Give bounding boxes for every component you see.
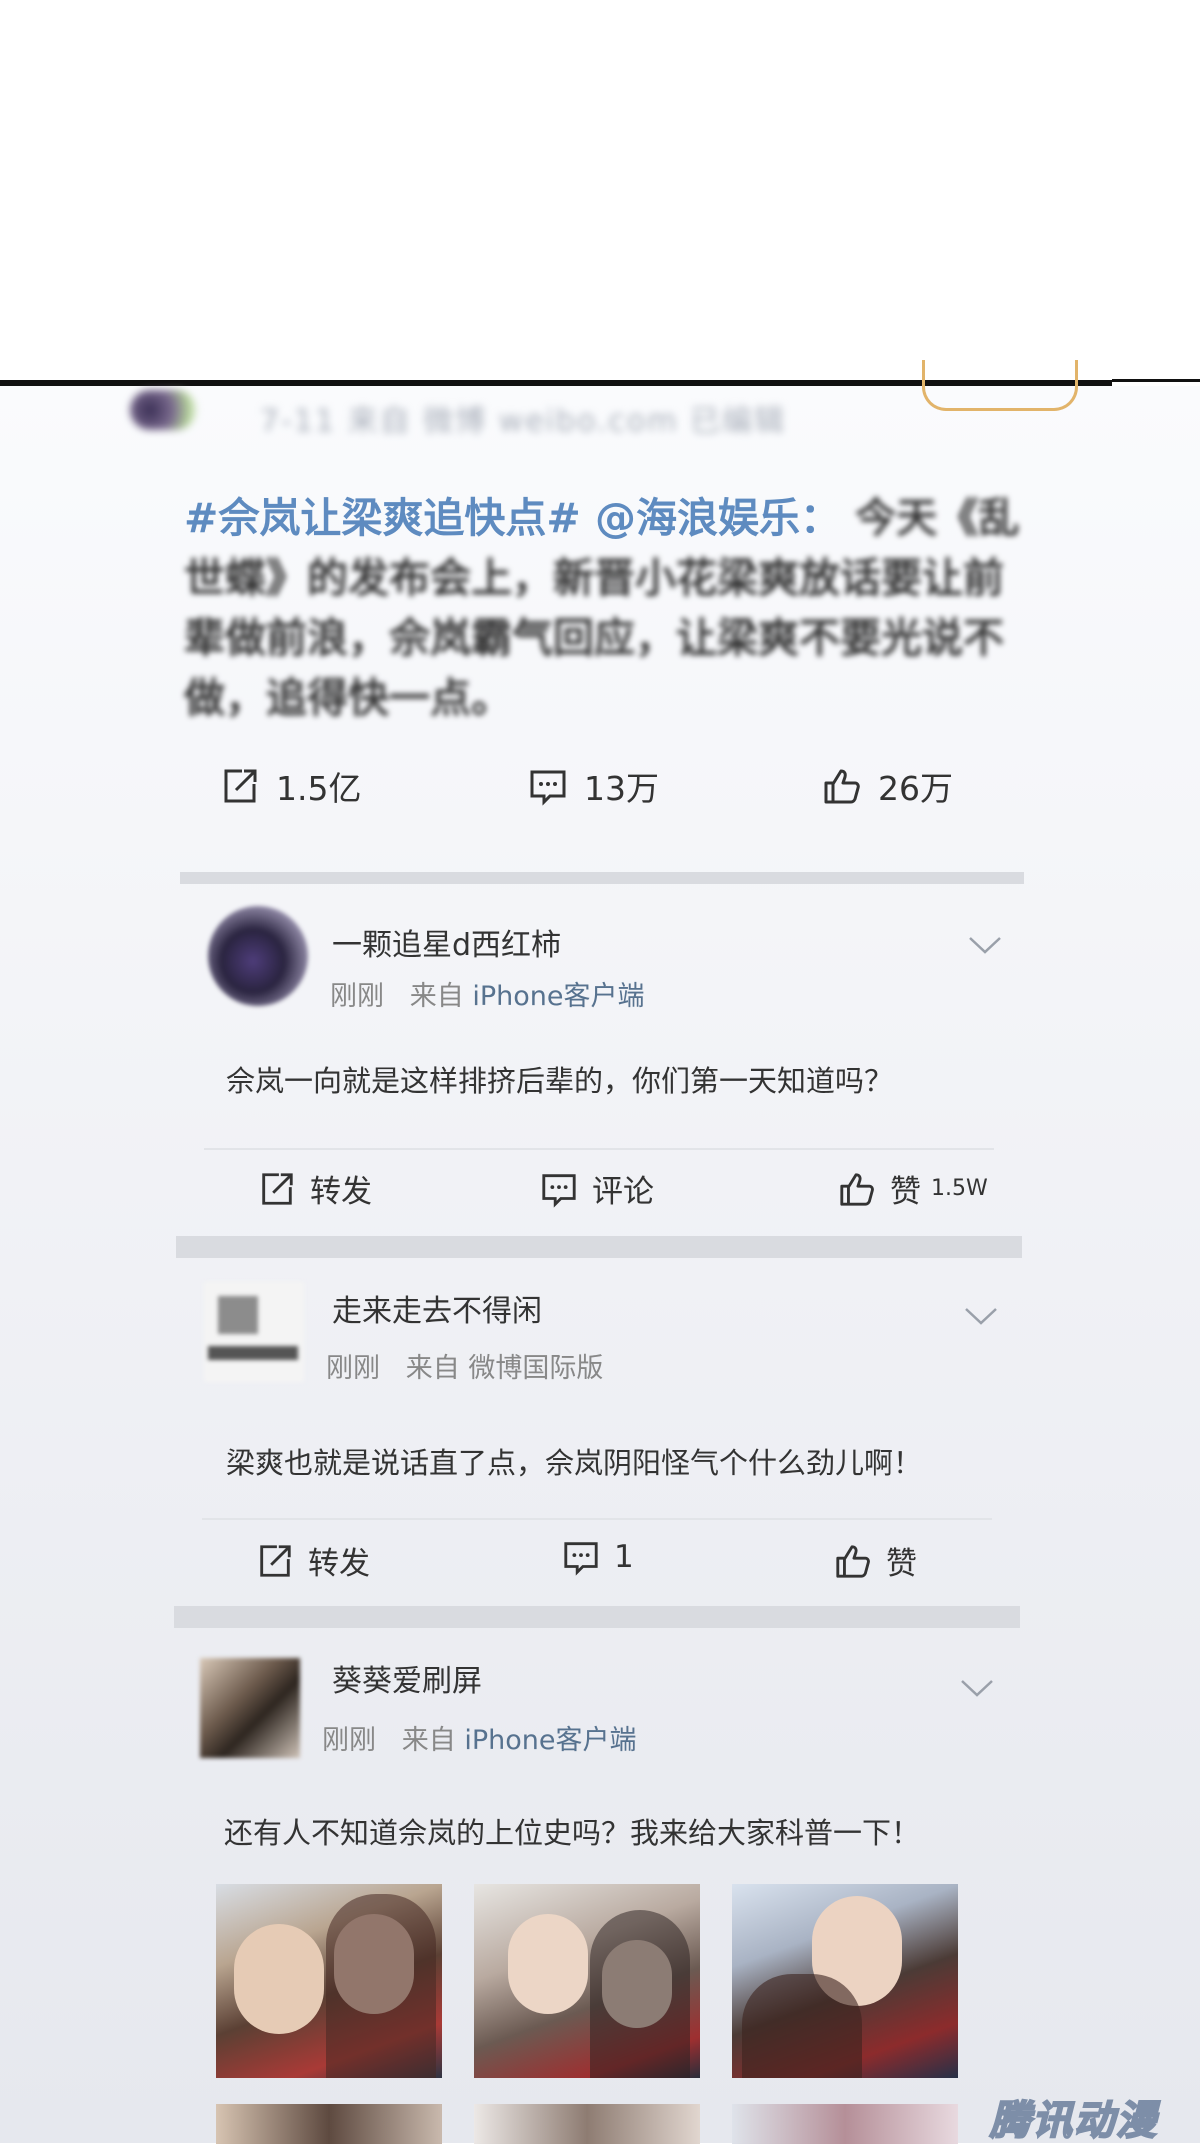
comment-icon xyxy=(530,770,566,806)
section-divider xyxy=(180,872,1024,884)
post-header: 7-11 来自 微博 weibo.com 已编辑 xyxy=(130,390,850,439)
post-meta: 7-11 来自 微博 weibo.com 已编辑 xyxy=(260,404,787,439)
comment-image[interactable] xyxy=(474,1884,700,2078)
comment-button[interactable]: 1 xyxy=(562,1538,634,1576)
frame-border xyxy=(1112,379,1200,382)
comment-text: 还有人不知道佘岚的上位史吗？我来给大家科普一下！ xyxy=(224,1816,921,1850)
comment-divider xyxy=(204,1148,994,1150)
comment-actions: 转发 1 赞 xyxy=(256,1538,1016,1588)
follow-button[interactable] xyxy=(922,360,1078,411)
comment-button[interactable]: 评论 xyxy=(540,1166,654,1211)
comment-image[interactable] xyxy=(474,2104,700,2144)
comment-source[interactable]: 微博国际版 xyxy=(468,1353,603,1384)
repost-icon xyxy=(262,1172,293,1205)
comment-text: 梁爽也就是说话直了点，佘岚阴阳怪气个什么劲儿啊！ xyxy=(226,1446,923,1480)
chevron-down-icon[interactable] xyxy=(968,935,1002,955)
like-label: 赞 xyxy=(890,1174,921,1210)
like-icon xyxy=(824,769,860,804)
section-divider xyxy=(174,1606,1020,1628)
repost-label: 转发 xyxy=(310,1174,372,1210)
chevron-down-icon[interactable] xyxy=(964,1306,998,1326)
comment-from: 来自 xyxy=(401,1725,456,1756)
avatar[interactable] xyxy=(204,1282,304,1382)
repost-label: 转发 xyxy=(308,1546,370,1582)
comment-stat[interactable]: 13万 xyxy=(528,762,659,810)
comment-time: 刚刚 xyxy=(326,1353,380,1384)
like-button[interactable]: 赞 1.5W xyxy=(838,1166,988,1211)
comment-image[interactable] xyxy=(216,2104,442,2144)
comment-username[interactable]: 葵葵爱刷屏 xyxy=(332,1656,482,1700)
repost-stat[interactable]: 1.5亿 xyxy=(220,762,361,810)
post-text: #佘岚让梁爽追快点# @海浪娱乐： 今天《乱世蝶》的发布会上，新晋小花梁爽放话要… xyxy=(184,488,1024,728)
repost-icon xyxy=(224,769,257,803)
post-topic[interactable]: #佘岚让梁爽追快点# xyxy=(184,494,581,542)
like-stat[interactable]: 26万 xyxy=(822,762,953,810)
comment-image[interactable] xyxy=(732,1884,958,2078)
like-count: 26万 xyxy=(878,769,953,808)
comment-icon xyxy=(564,1542,598,1576)
avatar[interactable] xyxy=(208,906,308,1006)
chevron-down-icon[interactable] xyxy=(960,1678,994,1698)
comment-actions: 转发 评论 赞 1.5W xyxy=(258,1166,1018,1216)
comment-meta: 刚刚 来自 iPhone客户端 xyxy=(330,974,644,1013)
comment-meta: 刚刚 来自 iPhone客户端 xyxy=(322,1718,636,1757)
comment-meta: 刚刚 来自 微博国际版 xyxy=(326,1346,603,1385)
like-button[interactable]: 赞 xyxy=(834,1538,917,1583)
like-count: 1.5W xyxy=(931,1176,988,1201)
comment-from: 来自 xyxy=(409,981,464,1012)
author-avatar[interactable] xyxy=(130,390,196,430)
comment-image[interactable] xyxy=(732,2104,958,2144)
repost-button[interactable]: 转发 xyxy=(258,1166,372,1211)
like-label: 赞 xyxy=(886,1546,917,1582)
like-icon xyxy=(840,1172,874,1206)
comment-icon xyxy=(542,1173,576,1208)
comment-count: 1 xyxy=(614,1539,634,1575)
repost-button[interactable]: 转发 xyxy=(256,1538,370,1583)
comment-username[interactable]: 走来走去不得闲 xyxy=(332,1286,542,1330)
comment-text: 佘岚一向就是这样排挤后辈的，你们第一天知道吗？ xyxy=(226,1064,894,1098)
repost-count: 1.5亿 xyxy=(276,769,362,808)
post-stats: 1.5亿 13万 26万 xyxy=(210,762,1010,812)
comment-username[interactable]: 一颗追星d西红柿 xyxy=(332,920,561,964)
blank-area xyxy=(0,0,1200,380)
comment-count: 13万 xyxy=(584,769,659,808)
comment-source[interactable]: iPhone客户端 xyxy=(464,1725,636,1756)
like-icon xyxy=(836,1544,870,1578)
avatar[interactable] xyxy=(200,1658,300,1758)
section-divider xyxy=(176,1236,1022,1258)
comment-time: 刚刚 xyxy=(330,981,384,1012)
comment-from: 来自 xyxy=(405,1353,460,1384)
comment-source[interactable]: iPhone客户端 xyxy=(472,981,644,1012)
repost-icon xyxy=(260,1544,291,1577)
post-mention[interactable]: @海浪娱乐： xyxy=(595,494,841,542)
comment-label: 评论 xyxy=(592,1174,654,1210)
comment-image[interactable] xyxy=(216,1884,442,2078)
comment-time: 刚刚 xyxy=(322,1725,376,1756)
watermark-logo: 腾讯动漫 xyxy=(989,2097,1158,2145)
comment-divider xyxy=(202,1518,992,1520)
